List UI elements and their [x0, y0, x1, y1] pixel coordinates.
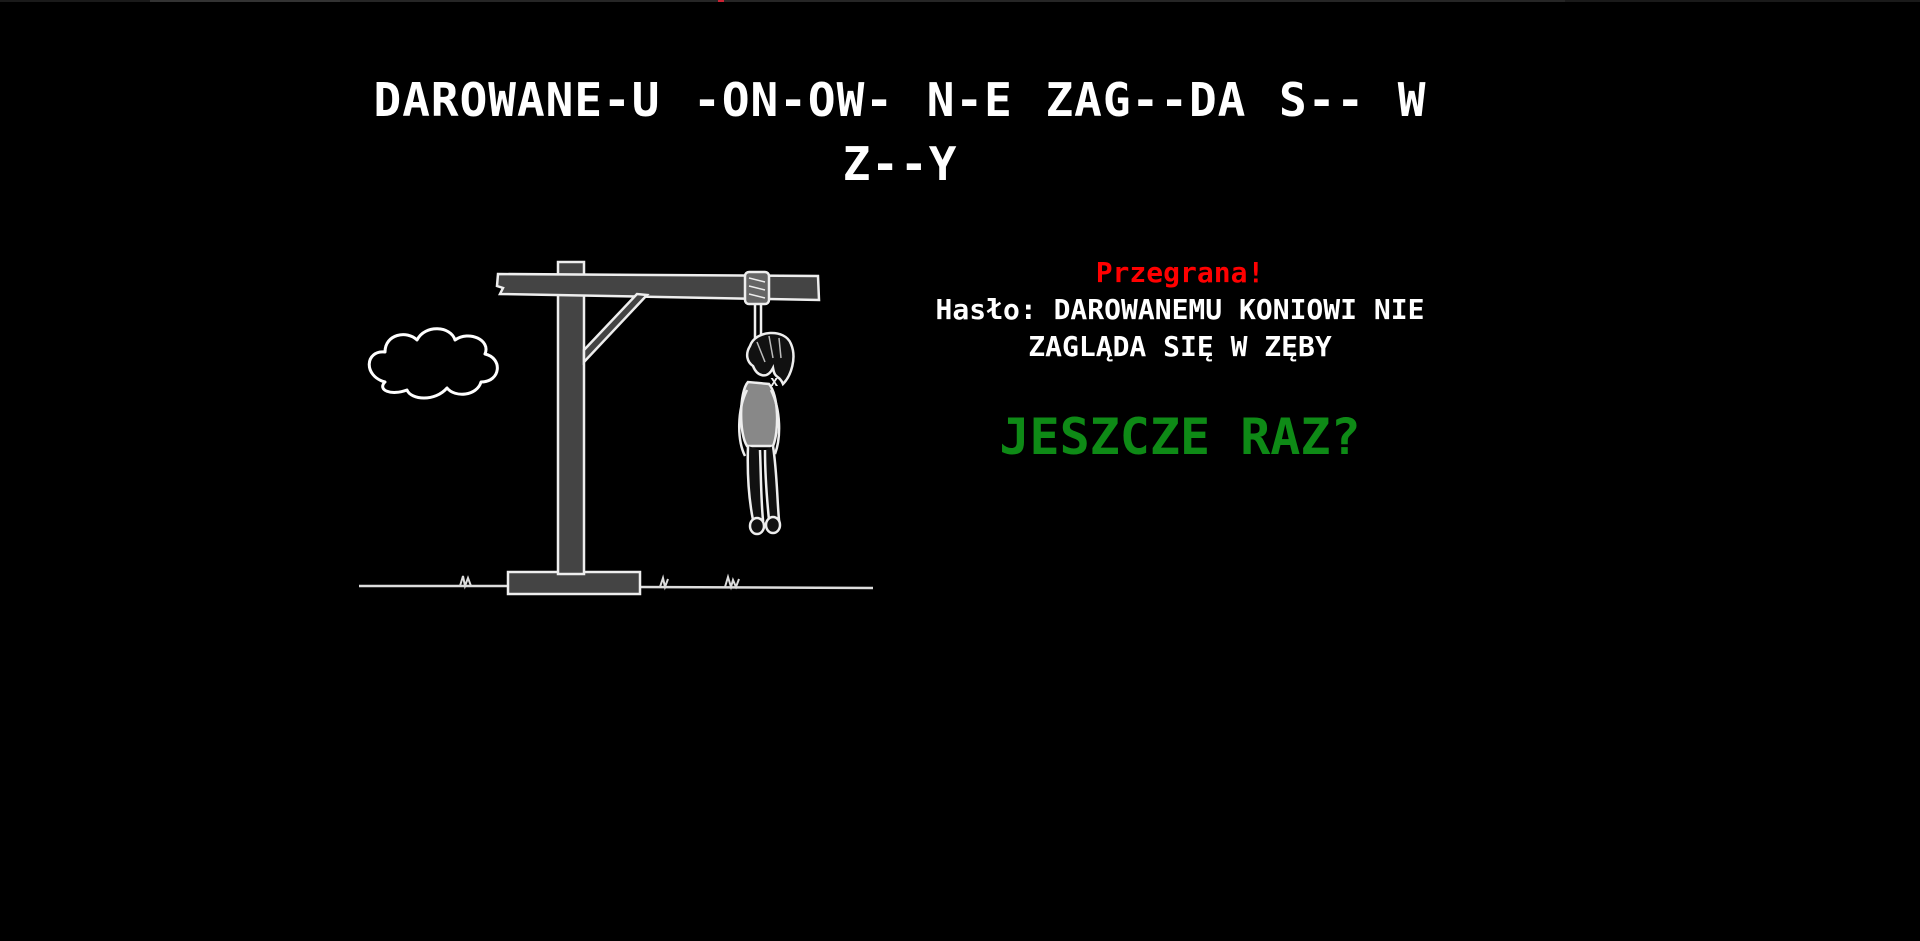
hangman-drawing: x	[355, 250, 885, 605]
answer-label: Hasło:	[935, 293, 1037, 326]
result-panel: Przegrana! Hasło: DAROWANEMU KONIOWI NIE…	[880, 255, 1480, 467]
game-status: Przegrana!	[1095, 256, 1265, 289]
retry-button[interactable]: JESZCZE RAZ?	[999, 407, 1360, 467]
gallows-icon	[359, 260, 874, 596]
answer-text: DAROWANEMU KONIOWI NIE ZAGLĄDA SIĘ W ZĘB…	[1028, 293, 1425, 363]
puzzle-text: DAROWANE-U -ON-OW- N-E ZAG--DA S-- W Z--…	[373, 73, 1427, 191]
hanged-figure-icon: x	[737, 270, 795, 536]
top-strip	[0, 0, 1920, 2]
answer-line: Hasło: DAROWANEMU KONIOWI NIE ZAGLĄDA SI…	[910, 291, 1450, 365]
cloud-icon	[367, 327, 499, 400]
